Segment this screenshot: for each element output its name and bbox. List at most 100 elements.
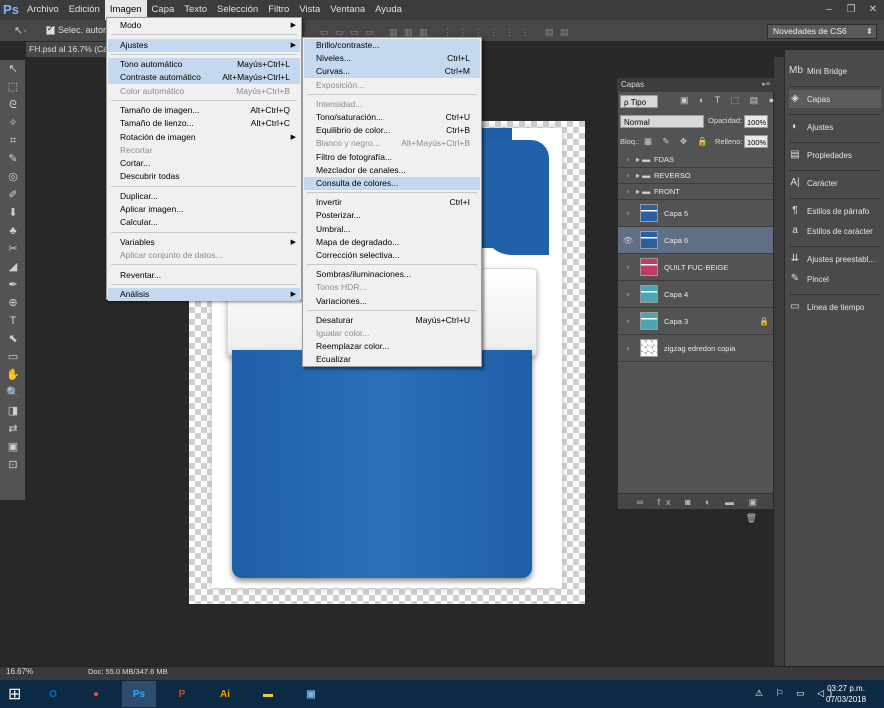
blend-mode-select[interactable]: Normal — [620, 115, 704, 128]
tool-icon-2[interactable]: ᘓ — [0, 96, 26, 114]
maximize-button[interactable]: ❐ — [840, 0, 862, 20]
tool-icon-16[interactable]: ▭ — [0, 348, 26, 366]
tool-icon-1[interactable]: ⬚ — [0, 78, 26, 96]
panel-estilos-de-caracter[interactable]: a Estilos de carácter — [789, 222, 881, 240]
tool-icon-22[interactable]: ⊡ — [0, 456, 26, 474]
menu-item-ajustes[interactable]: Ajustes ▶ — [108, 38, 300, 52]
tool-icon-5[interactable]: ✎ — [0, 150, 26, 168]
menu-item-variaciones[interactable]: Variaciones... — [304, 295, 480, 308]
panel-mini-bridge[interactable]: Mb Mini Bridge — [789, 62, 881, 80]
panel-linea-de-tiempo[interactable]: ▭ Línea de tiempo — [789, 298, 881, 316]
menu-item-posterizar[interactable]: Posterizar... — [304, 209, 480, 222]
menu-item-tono-saturacion[interactable]: Tono/saturación... Ctrl+U — [304, 111, 480, 124]
menu-item-mezclador-de-canales[interactable]: Mezclador de canales... — [304, 164, 480, 177]
tool-icon-21[interactable]: ▣ — [0, 438, 26, 456]
panel-propiedades[interactable]: ▤ Propiedades — [789, 146, 881, 164]
layer-group-row[interactable]: ▫ ▸ ▬ REVERSO — [618, 168, 773, 184]
taskbar-photos-icon[interactable]: ▣ — [294, 681, 328, 707]
visibility-eye-icon[interactable]: ▫ — [622, 317, 634, 326]
menu-item-ecualizar[interactable]: Ecualizar — [304, 353, 480, 366]
panel-ajustes-preestabl[interactable]: ⇊ Ajustes preestabl... — [789, 250, 881, 268]
tool-icon-3[interactable]: ✧ — [0, 114, 26, 132]
tool-icon-6[interactable]: ◎ — [0, 168, 26, 186]
tool-icon-18[interactable]: 🔍 — [0, 384, 26, 402]
minimize-button[interactable]: – — [818, 0, 840, 20]
layer-row[interactable]: 👁 Capa 6 — [618, 227, 773, 254]
tool-icon-20[interactable]: ⇄ — [0, 420, 26, 438]
tool-icon-14[interactable]: T — [0, 312, 26, 330]
tool-icon-9[interactable]: ♣ — [0, 222, 26, 240]
menu-item-rotacion-de-imagen[interactable]: Rotación de imagen ▶ — [108, 131, 300, 144]
taskbar-outlook-icon[interactable]: O — [36, 681, 70, 707]
autoselect-checkbox[interactable] — [46, 24, 55, 35]
tool-icon-12[interactable]: ✒ — [0, 276, 26, 294]
menu-item-reventar[interactable]: Reventar... — [108, 269, 300, 282]
visibility-eye-icon[interactable]: ▫ — [622, 155, 634, 164]
tool-icon-10[interactable]: ✂ — [0, 240, 26, 258]
menu-ventana[interactable]: Ventana — [325, 0, 370, 20]
menu-item-mapa-de-degradado[interactable]: Mapa de degradado... — [304, 236, 480, 249]
windows-start-icon[interactable]: ⊞ — [8, 684, 21, 704]
menu-item-desaturar[interactable]: Desaturar Mayús+Ctrl+U — [304, 314, 480, 327]
tool-icon-0[interactable]: ↖ — [0, 60, 26, 78]
folder-icon[interactable]: ▸ ▬ — [636, 171, 654, 180]
document-tab[interactable]: FH.psd al 16.7% (Cap — [26, 42, 106, 57]
menu-item-tamano-de-imagen[interactable]: Tamaño de imagen... Alt+Ctrl+Q — [108, 104, 300, 117]
menu-item-aplicar-imagen[interactable]: Aplicar imagen... — [108, 203, 300, 216]
layer-row[interactable]: ▫ Capa 4 — [618, 281, 773, 308]
panel-capas[interactable]: ◈ Capas — [789, 90, 881, 108]
taskbar-powerpoint-icon[interactable]: P — [165, 681, 199, 707]
layer-group-row[interactable]: ▫ ▸ ▬ FRONT — [618, 184, 773, 200]
layer-group-row[interactable]: ▫ ▸ ▬ FDAS — [618, 152, 773, 168]
menu-item-curvas[interactable]: Curvas... Ctrl+M — [304, 65, 480, 79]
menu-item-invertir[interactable]: Invertir Ctrl+I — [304, 196, 480, 209]
menu-item-modo[interactable]: Modo ▶ — [108, 19, 300, 32]
tool-icon-17[interactable]: ✋ — [0, 366, 26, 384]
panel-ajustes[interactable]: ◐ Ajustes — [789, 118, 881, 136]
layer-filter-icons[interactable]: ▣ ◐ T ⬚ ▤ ● — [680, 95, 778, 106]
menu-edicion[interactable]: Edición — [64, 0, 105, 20]
visibility-eye-icon[interactable]: ▫ — [622, 290, 634, 299]
menu-item-tono-automatico[interactable]: Tono automático Mayús+Ctrl+L — [108, 58, 300, 72]
layer-filter-select[interactable]: ρ Tipo — [620, 95, 658, 108]
taskbar-explorer-icon[interactable]: ▬ — [251, 681, 285, 707]
menu-item-cortar[interactable]: Cortar... — [108, 157, 300, 170]
layer-row[interactable]: ▫ Capa 5 — [618, 200, 773, 227]
layer-row[interactable]: ▫ Capa 3 🔒 — [618, 308, 773, 335]
layers-panel-title[interactable]: Capas — [617, 78, 774, 92]
close-button[interactable]: ✕ — [862, 0, 884, 20]
lock-icons[interactable]: ▦ ✎ ✥ 🔒 — [644, 136, 712, 147]
menu-item-sombras-iluminaciones[interactable]: Sombras/iluminaciones... — [304, 268, 480, 281]
menu-ayuda[interactable]: Ayuda — [370, 0, 407, 20]
tool-icon-4[interactable]: ⌗ — [0, 132, 26, 150]
menu-item-analisis[interactable]: Análisis ▶ — [108, 288, 300, 302]
layer-row[interactable]: ▫ QUILT FUC-BEIGE — [618, 254, 773, 281]
menu-item-filtro-de-fotografia[interactable]: Filtro de fotografía... — [304, 151, 480, 164]
menu-item-equilibrio-de-color[interactable]: Equilibrio de color... Ctrl+B — [304, 124, 480, 137]
menu-item-brillo-contraste[interactable]: Brillo/contraste... — [304, 39, 480, 52]
tool-icon-13[interactable]: ⊕ — [0, 294, 26, 312]
visibility-eye-icon[interactable]: ▫ — [622, 209, 634, 218]
menu-item-correccion-selectiva[interactable]: Corrección selectiva... — [304, 249, 480, 262]
fill-input[interactable]: 100% — [744, 135, 768, 148]
layers-footer-icons[interactable]: ∞ fx ◙ ◐ ▬ ▣ 🗑 — [618, 493, 773, 523]
tool-icon-19[interactable]: ◨ — [0, 402, 26, 420]
folder-icon[interactable]: ▸ ▬ — [636, 187, 654, 196]
move-tool-icon[interactable]: ↖· — [14, 24, 42, 38]
menu-item-contraste-automatico[interactable]: Contraste automático Alt+Mayús+Ctrl+L — [108, 71, 300, 85]
visibility-eye-icon[interactable]: ▫ — [622, 187, 634, 196]
tool-icon-8[interactable]: ⬇ — [0, 204, 26, 222]
tool-icon-15[interactable]: ⬉ — [0, 330, 26, 348]
taskbar-chrome-icon[interactable]: ● — [79, 681, 113, 707]
layer-row[interactable]: ▫ zigzag edredon copia — [618, 335, 773, 362]
menu-item-tamano-de-lienzo[interactable]: Tamaño de lienzo... Alt+Ctrl+C — [108, 117, 300, 130]
menu-item-duplicar[interactable]: Duplicar... — [108, 190, 300, 203]
zoom-level[interactable]: 16.67% — [6, 667, 33, 676]
visibility-eye-icon[interactable]: ▫ — [622, 344, 634, 353]
menu-item-variables[interactable]: Variables ▶ — [108, 236, 300, 249]
opacity-input[interactable]: 100% — [744, 115, 768, 128]
menu-item-calcular[interactable]: Calcular... — [108, 216, 300, 229]
menu-item-descubrir-todas[interactable]: Descubrir todas — [108, 170, 300, 183]
tool-icon-7[interactable]: ✐ — [0, 186, 26, 204]
menu-item-reemplazar-color[interactable]: Reemplazar color... — [304, 340, 480, 353]
